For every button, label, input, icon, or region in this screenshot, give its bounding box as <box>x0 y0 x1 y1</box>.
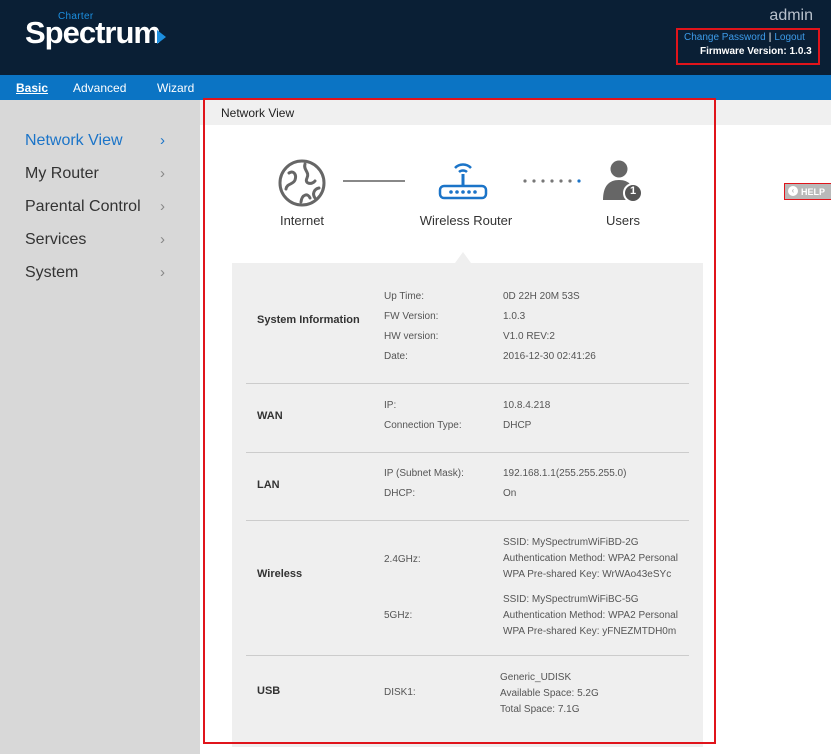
panel-pointer <box>455 252 471 263</box>
band-5ghz-key: WPA Pre-shared Key: yFNEZMTDH0m <box>503 626 677 637</box>
sidebar-item-network-view[interactable]: Network View › <box>25 132 185 150</box>
info-panel <box>232 263 703 747</box>
spectrum-logo: Spectrum <box>25 15 161 50</box>
chevron-left-icon: ‹ <box>788 186 798 196</box>
band-5ghz-auth: Authentication Method: WPA2 Personal <box>503 610 678 621</box>
chevron-right-icon: › <box>160 132 165 149</box>
chevron-right-icon: › <box>160 165 165 182</box>
section-divider <box>246 520 689 521</box>
logout-link[interactable]: Logout <box>774 32 805 43</box>
top-header: Charter Spectrum admin Change Password | L… <box>0 0 831 75</box>
link-separator: | <box>768 32 772 43</box>
disk-name: Generic_UDISK <box>500 672 572 683</box>
lan-ip-value: 192.168.1.1(255.255.255.0) <box>503 468 627 479</box>
firmware-version: Firmware Version: 1.0.3 <box>700 46 812 57</box>
account-box: Change Password | Logout Firmware Version:… <box>676 28 820 65</box>
fw-version-value: 1.0.3 <box>503 311 526 322</box>
sidebar-item-my-router[interactable]: My Router › <box>25 165 185 183</box>
section-divider <box>246 383 689 384</box>
sidebar-item-label: Services <box>25 231 87 248</box>
sidebar: Network View › My Router › Parental Cont… <box>0 100 200 754</box>
band-5ghz-ssid: SSID: MySpectrumWiFiBC-5G <box>503 594 639 605</box>
lan-ip-label: IP (Subnet Mask): <box>384 468 464 479</box>
wan-ip-value: 10.8.4.218 <box>503 400 551 411</box>
sidebar-item-services[interactable]: Services › <box>25 231 185 249</box>
wan-ip-label: IP: <box>384 400 397 411</box>
band-24ghz-auth: Authentication Method: WPA2 Personal <box>503 553 678 564</box>
section-divider <box>246 655 689 656</box>
internet-link-line <box>343 180 405 182</box>
uptime-value: 0D 22H 20M 53S <box>503 291 580 302</box>
sidebar-item-system[interactable]: System › <box>25 264 185 282</box>
tab-advanced[interactable]: Advanced <box>73 81 126 95</box>
change-password-link[interactable]: Change Password <box>684 32 766 43</box>
date-label: Date: <box>384 351 408 362</box>
fw-version-label: FW Version: <box>384 311 439 322</box>
hw-version-value: V1.0 REV:2 <box>503 331 555 342</box>
main-nav: Basic Advanced Wizard <box>0 75 831 100</box>
chevron-right-icon: › <box>160 264 165 281</box>
account-links: Change Password | Logout <box>684 32 805 43</box>
internet-label: Internet <box>279 213 325 228</box>
sidebar-item-label: System <box>25 264 79 281</box>
sidebar-item-label: My Router <box>25 165 99 182</box>
connection-type-value: DHCP <box>503 420 532 431</box>
wan-title: WAN <box>257 410 283 422</box>
band-24ghz-ssid: SSID: MySpectrumWiFiBD-2G <box>503 537 639 548</box>
uptime-label: Up Time: <box>384 291 425 302</box>
band-24ghz-key: WPA Pre-shared Key: WrWAo43eSYc <box>503 569 672 580</box>
section-divider <box>246 452 689 453</box>
chevron-right-icon: › <box>160 198 165 215</box>
globe-icon[interactable] <box>277 158 327 208</box>
system-info-title: System Information <box>257 314 360 326</box>
logo-arrow-icon <box>157 30 166 44</box>
dhcp-value: On <box>503 488 517 499</box>
page-title-bar: Network View <box>200 100 831 125</box>
dhcp-label: DHCP: <box>384 488 416 499</box>
available-space: Available Space: 5.2G <box>500 688 599 699</box>
page-title: Network View <box>221 106 295 120</box>
router-icon[interactable] <box>438 158 488 200</box>
sidebar-item-label: Parental Control <box>25 198 141 215</box>
disk-label: DISK1: <box>384 687 416 698</box>
band-24ghz-label: 2.4GHz: <box>384 554 421 565</box>
users-link-dots <box>523 179 581 183</box>
help-button[interactable]: ‹ HELP <box>784 183 831 200</box>
date-value: 2016-12-30 02:41:26 <box>503 351 596 362</box>
sidebar-item-label: Network View <box>25 132 123 149</box>
total-space: Total Space: 7.1G <box>500 704 580 715</box>
users-icon[interactable] <box>600 158 644 204</box>
wireless-title: Wireless <box>257 568 303 580</box>
usb-title: USB <box>257 685 281 697</box>
connection-type-label: Connection Type: <box>384 420 462 431</box>
tab-basic[interactable]: Basic <box>16 81 48 95</box>
chevron-right-icon: › <box>160 231 165 248</box>
hw-version-label: HW version: <box>384 331 439 342</box>
users-label: Users <box>606 213 640 228</box>
router-label: Wireless Router <box>419 213 513 228</box>
help-label: HELP <box>801 187 826 197</box>
sidebar-item-parental-control[interactable]: Parental Control › <box>25 198 185 216</box>
current-user: admin <box>769 7 813 24</box>
user-count-badge: 1 <box>629 185 637 197</box>
band-5ghz-label: 5GHz: <box>384 610 413 621</box>
lan-title: LAN <box>257 479 280 491</box>
tab-wizard[interactable]: Wizard <box>157 81 194 95</box>
